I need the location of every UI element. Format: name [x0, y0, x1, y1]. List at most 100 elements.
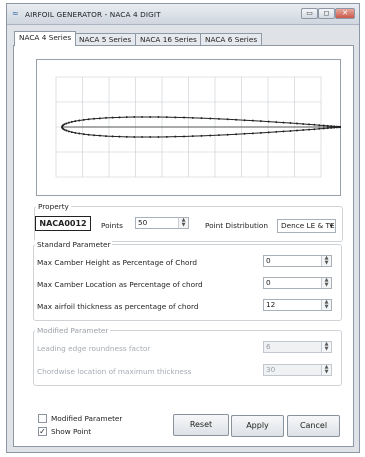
show-point-checkbox[interactable]: ✓: [38, 427, 47, 436]
airfoil-point: [118, 135, 121, 138]
airfoil-point: [235, 133, 238, 136]
modified-parameter-group: [33, 330, 342, 386]
point-distribution-select[interactable]: Dence LE & TE ▾: [277, 219, 336, 233]
airfoil-point: [111, 135, 114, 138]
naca-code-display: NACA0012: [35, 216, 91, 231]
check-icon: ✓: [39, 427, 46, 436]
thickness-spin-arrows[interactable]: ▲ ▼: [321, 300, 331, 310]
airfoil-point: [82, 133, 85, 136]
airfoil-point: [183, 135, 186, 138]
spin-down-icon: ▼: [324, 282, 329, 288]
airfoil-point: [307, 123, 310, 126]
airfoil-point: [330, 126, 333, 129]
airfoil-point: [98, 134, 101, 137]
le-roundness-value: 6: [266, 342, 271, 351]
airfoil-point: [318, 127, 321, 130]
airfoil-point: [74, 120, 77, 123]
points-spin-arrows[interactable]: ▲ ▼: [178, 218, 188, 228]
spin-down-icon: ▼: [181, 222, 186, 228]
airfoil-point: [226, 133, 229, 136]
airfoil-point: [141, 136, 144, 139]
airfoil-point: [133, 135, 136, 138]
camber-location-label: Max Camber Location as Percentage of cho…: [37, 280, 203, 289]
points-spinner[interactable]: 50 ▲ ▼: [135, 217, 189, 229]
point-distribution-label: Point Distribution: [205, 221, 269, 230]
thickness-value: 12: [266, 300, 276, 309]
window-title: AIRFOIL GENERATOR - NACA 4 DIGIT: [25, 10, 161, 19]
property-group-label: Property: [36, 202, 71, 211]
airfoil-point: [243, 119, 246, 122]
close-button[interactable]: ✕: [335, 8, 355, 19]
camber-height-spin-arrows[interactable]: ▲ ▼: [321, 256, 331, 266]
le-roundness-spin-arrows: ▲ ▼: [321, 342, 331, 352]
camber-location-value: 0: [266, 278, 271, 287]
airfoil-point: [209, 134, 212, 137]
airfoil-point: [87, 118, 90, 121]
airfoil-point: [174, 135, 177, 138]
airfoil-point: [200, 117, 203, 120]
title-bar: ≈ AIRFOIL GENERATOR - NACA 4 DIGIT ▭ ◻ ✕: [7, 4, 359, 25]
airfoil-point: [70, 131, 73, 134]
cancel-button[interactable]: Cancel: [287, 415, 340, 437]
tab-naca-6-series[interactable]: NACA 6 Series: [200, 33, 263, 45]
airfoil-point: [105, 135, 108, 138]
thickness-spinner[interactable]: 12 ▲ ▼: [263, 299, 332, 311]
airfoil-point: [275, 121, 278, 124]
airfoil-point: [191, 135, 194, 138]
airfoil-point: [302, 129, 305, 132]
airfoil-point: [65, 129, 68, 132]
spin-down-icon: ▼: [324, 304, 329, 310]
airfoil-point: [295, 129, 298, 132]
airfoil-point: [259, 120, 262, 123]
airfoil-point: [70, 120, 73, 123]
points-value: 50: [138, 218, 148, 227]
airfoil-point: [133, 116, 136, 119]
reset-button[interactable]: Reset: [173, 414, 229, 436]
spin-down-icon: ▼: [324, 260, 329, 266]
camber-height-value: 0: [266, 256, 271, 265]
airfoil-point: [333, 126, 336, 129]
camber-location-spinner[interactable]: 0 ▲ ▼: [263, 277, 332, 289]
airfoil-point: [267, 120, 270, 123]
modified-parameter-checkbox[interactable]: [38, 414, 47, 423]
maximize-button[interactable]: ◻: [318, 8, 335, 19]
airfoil-point: [125, 135, 128, 138]
airfoil-point: [93, 117, 96, 120]
tab-naca-5-series[interactable]: NACA 5 Series: [74, 33, 137, 45]
airfoil-point: [157, 135, 160, 138]
tab-naca-16-series[interactable]: NACA 16 Series: [135, 33, 202, 45]
airfoil-point: [165, 116, 168, 119]
airfoil-point: [141, 115, 144, 118]
airfoil-point: [322, 127, 325, 130]
airfoil-point: [93, 134, 96, 137]
airfoil-point: [259, 131, 262, 134]
airfoil-point: [318, 124, 321, 127]
airfoil-point: [282, 130, 285, 133]
airfoil-point: [149, 115, 152, 118]
chordwise-spin-arrows: ▲ ▼: [321, 365, 331, 375]
tab-naca-4-series[interactable]: NACA 4 Series: [14, 31, 77, 46]
chordwise-spinner: 30 ▲ ▼: [263, 364, 332, 376]
minimize-button[interactable]: ▭: [301, 8, 318, 19]
airfoil-point: [157, 116, 160, 119]
airfoil-point: [82, 118, 85, 121]
airfoil-point: [105, 116, 108, 119]
airfoil-point: [183, 116, 186, 119]
spin-down-icon: ▼: [324, 369, 329, 375]
apply-button[interactable]: Apply: [231, 415, 284, 437]
airfoil-point: [174, 116, 177, 119]
chordwise-value: 30: [266, 365, 276, 374]
spin-down-icon: ▼: [324, 346, 329, 352]
standard-parameter-label: Standard Parameter: [35, 240, 113, 249]
airfoil-point: [302, 122, 305, 125]
airfoil-point: [289, 129, 292, 132]
camber-location-spin-arrows[interactable]: ▲ ▼: [321, 278, 331, 288]
camber-height-spinner[interactable]: 0 ▲ ▼: [263, 255, 332, 267]
airfoil-point: [275, 130, 278, 133]
airfoil-point: [118, 116, 121, 119]
airfoil-point: [67, 130, 70, 133]
airfoil-point: [78, 132, 81, 135]
airfoil-app-icon: ≈: [12, 9, 19, 18]
airfoil-point: [235, 118, 238, 121]
le-roundness-label: Leading edge roundness factor: [37, 344, 151, 353]
